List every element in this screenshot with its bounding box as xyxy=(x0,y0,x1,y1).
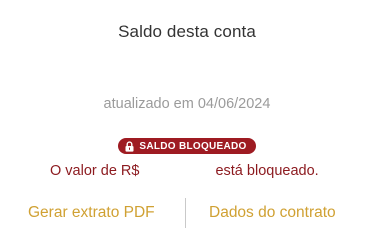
blocked-message: O valor de R$ está bloqueado. xyxy=(50,163,324,179)
badge-container: SALDO BLOQUEADO xyxy=(0,138,374,156)
blocked-message-prefix: O valor de R$ xyxy=(50,163,140,179)
balance-title: Saldo desta conta xyxy=(118,22,256,41)
badge-label: SALDO BLOQUEADO xyxy=(139,140,247,152)
actions-bar: Gerar extrato PDF Dados do contrato xyxy=(0,198,374,228)
lock-icon xyxy=(125,140,134,152)
updated-date: atualizado em 04/06/2024 xyxy=(103,96,271,112)
actions-divider xyxy=(185,198,186,228)
account-balance-card: Saldo desta conta atualizado em 04/06/20… xyxy=(0,0,374,250)
contract-details-link[interactable]: Dados do contrato xyxy=(209,204,336,222)
generate-pdf-statement-link[interactable]: Gerar extrato PDF xyxy=(28,204,155,222)
blocked-message-suffix: está bloqueado. xyxy=(215,163,319,179)
blocked-balance-badge: SALDO BLOQUEADO xyxy=(118,138,256,154)
